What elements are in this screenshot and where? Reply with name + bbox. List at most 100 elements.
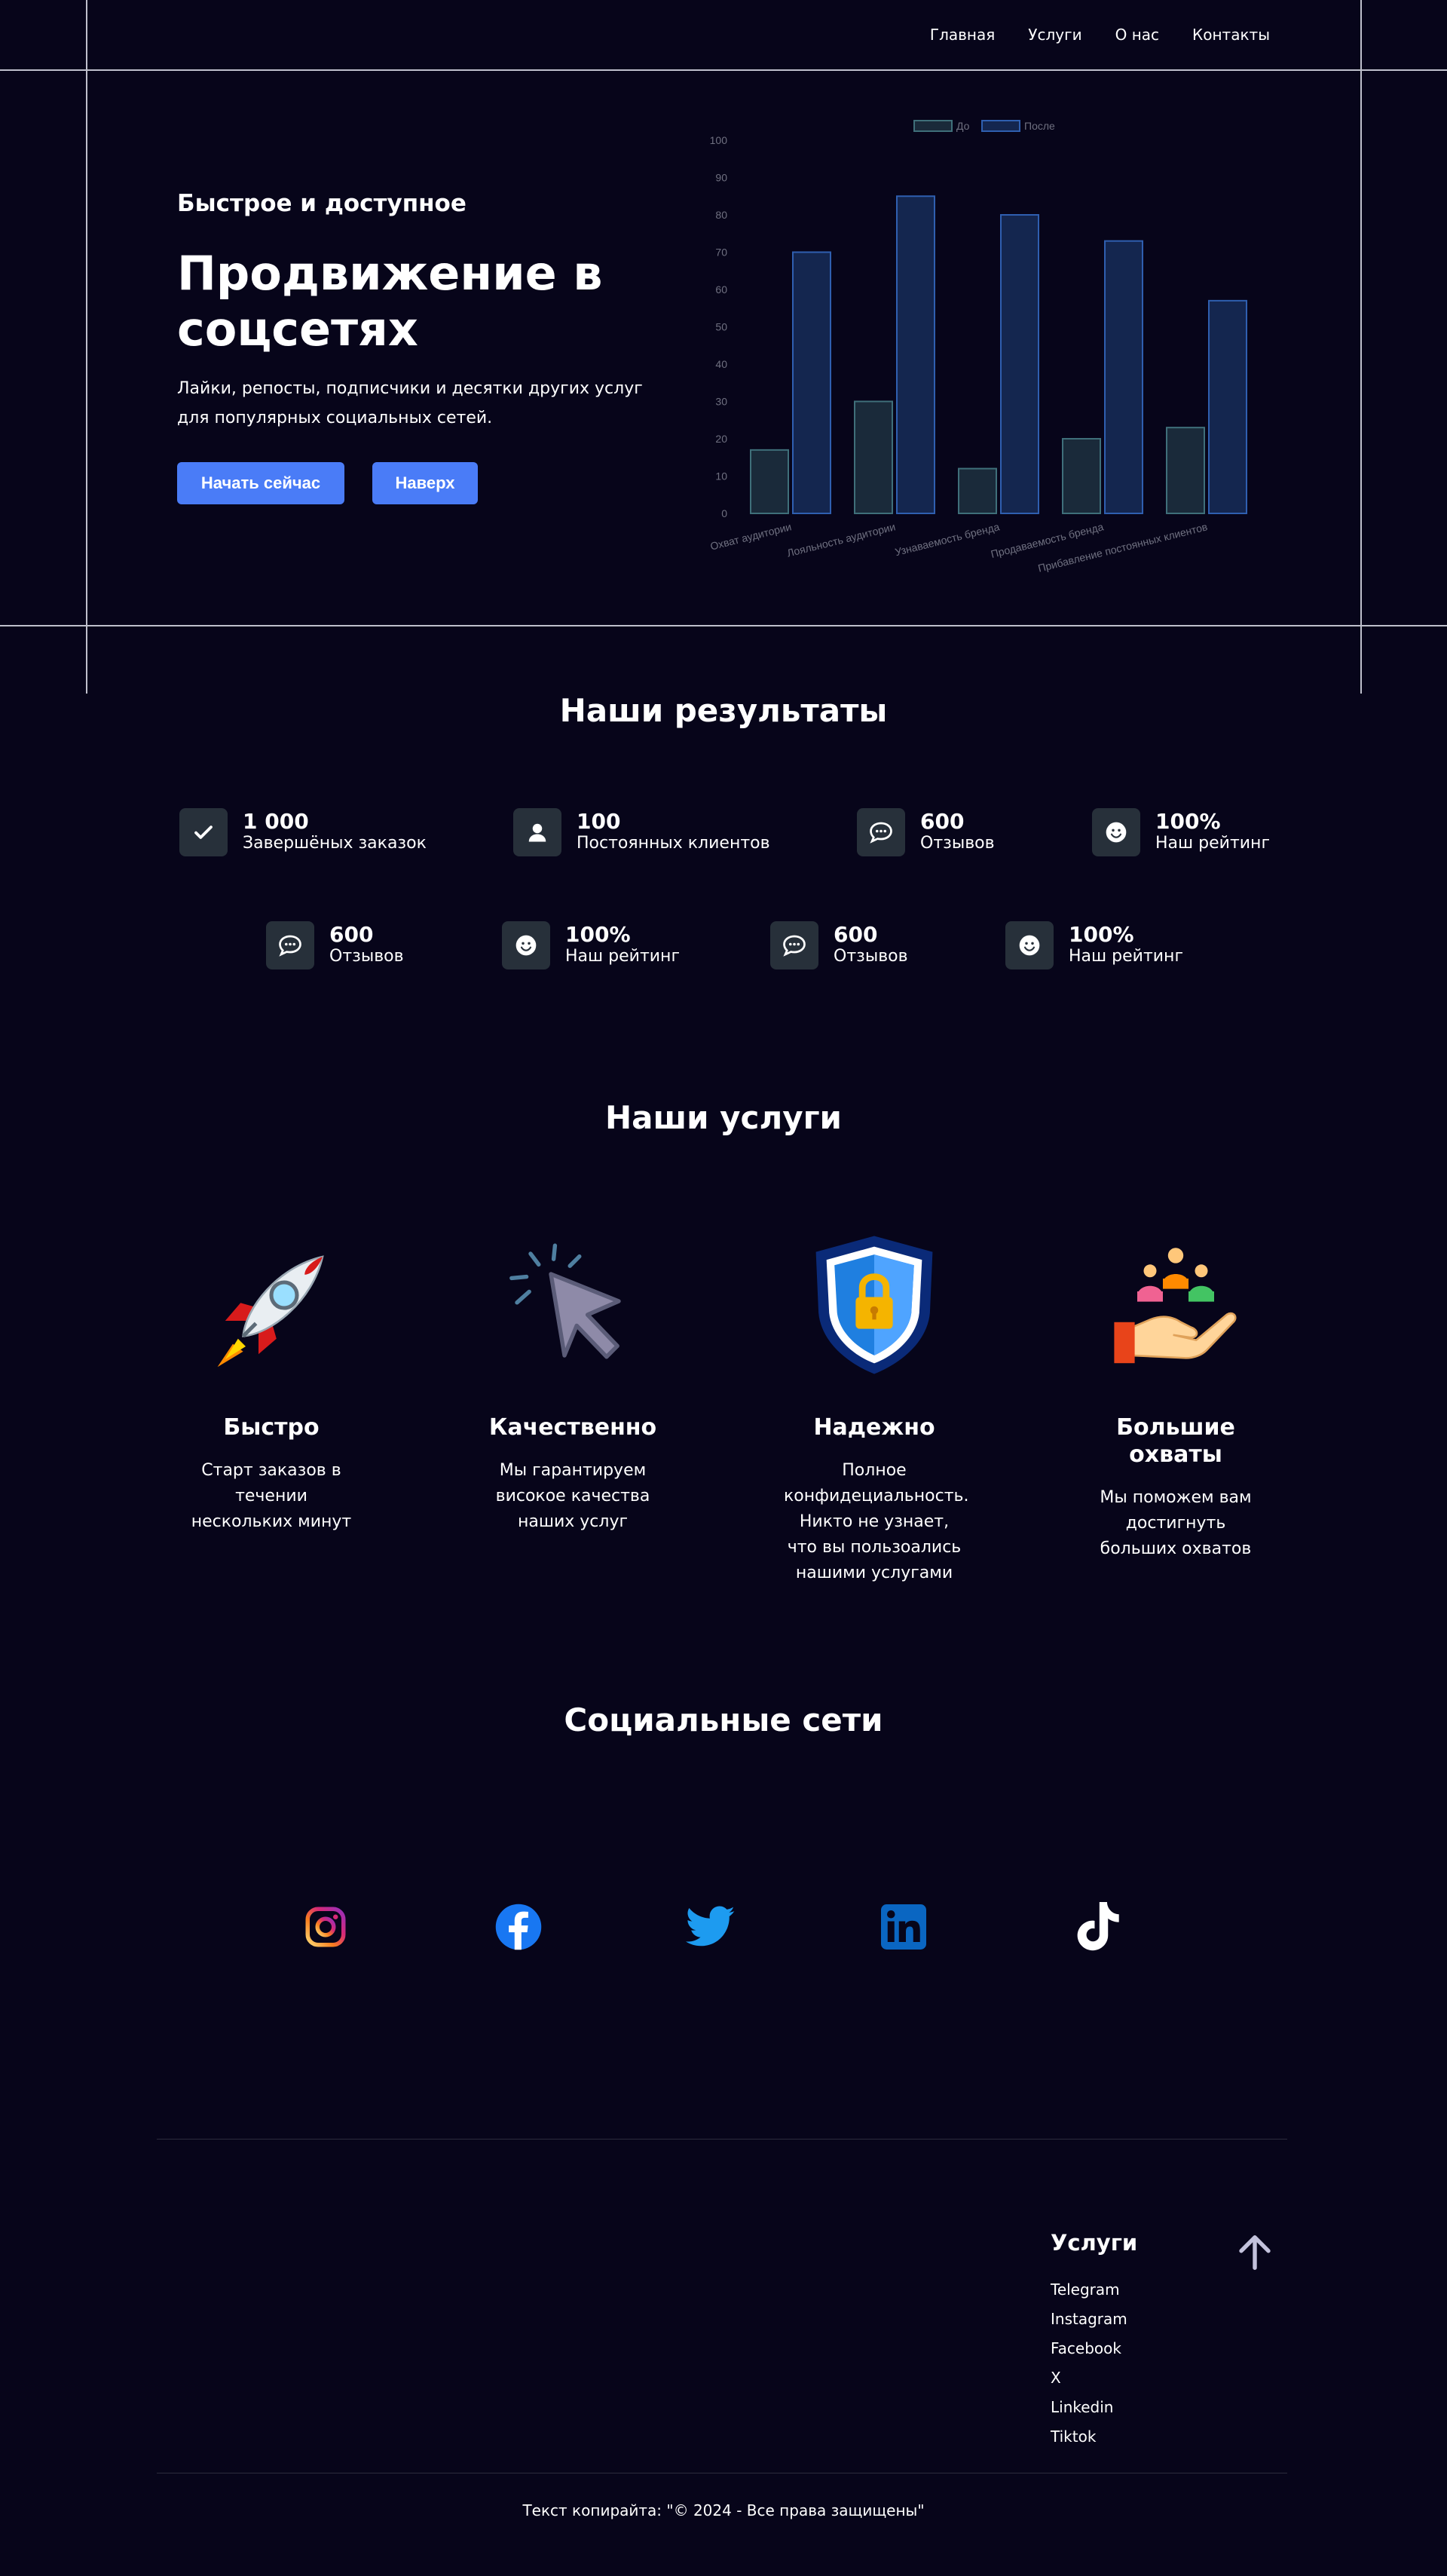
results-bar-chart: 0 10 20 30 40 50 60 70 80 90 100 Охват аудиторииЛоя… [709, 120, 1247, 574]
scroll-to-top-button[interactable] [1234, 2231, 1275, 2274]
footer-link-x[interactable]: X [1051, 2363, 1127, 2393]
smile-icon [1005, 921, 1054, 969]
hand-people-icon [1114, 1248, 1237, 1364]
stat-value: 100% [1155, 809, 1221, 834]
stat-label: Наш рейтинг [1069, 947, 1184, 966]
bar-before [750, 449, 789, 515]
stat-regular-clients: 100 Постоянных клиентов [513, 808, 770, 856]
footer-title: Услуги [1051, 2230, 1138, 2256]
legend-label: До [956, 120, 970, 132]
stat-label: Отзывов [329, 947, 404, 966]
footer-link-tiktok[interactable]: Tiktok [1051, 2422, 1127, 2452]
cursor-icon [509, 1243, 621, 1359]
service-card-quality: Качественно Мы гарантируем високое качес… [475, 1414, 671, 1535]
service-card-reliable: Надежно Полное конфидециальность. Никто … [776, 1414, 972, 1586]
x-tick-label: Охват аудитории [709, 520, 793, 552]
bar-after [896, 195, 935, 514]
twitter-link[interactable] [684, 1900, 738, 1954]
hero-subtitle: Быстрое и доступное [177, 190, 467, 217]
right-guide-line [1360, 0, 1362, 694]
service-title: Большие охваты [1116, 1414, 1235, 1468]
stat-value: 600 [329, 922, 374, 947]
footer-link-linkedin[interactable]: Linkedin [1051, 2393, 1127, 2422]
stat-rating: 100% Наш рейтинг [1092, 808, 1270, 856]
y-tick-label: 10 [715, 470, 727, 482]
user-icon [513, 808, 561, 856]
nav-link-contacts[interactable]: Контакты [1192, 26, 1270, 44]
nav-link-services[interactable]: Услуги [1028, 26, 1081, 44]
y-tick-label: 90 [715, 172, 727, 184]
y-tick-label: 100 [710, 134, 728, 146]
service-title: Быстро [223, 1414, 320, 1441]
y-tick-label: 0 [721, 507, 727, 519]
stat-label: Отзывов [834, 947, 908, 966]
y-tick-label: 40 [715, 358, 727, 370]
stat-label: Наш рейтинг [565, 947, 681, 966]
stat-reviews: 600 Отзывов [857, 808, 995, 856]
tiktok-link[interactable] [1069, 1900, 1124, 1954]
chat-icon [770, 921, 818, 969]
facebook-icon [495, 1904, 542, 1950]
bar-after [1104, 240, 1143, 514]
nav-link-home[interactable]: Главная [930, 26, 995, 44]
footer-link-instagram[interactable]: Instagram [1051, 2305, 1127, 2334]
service-title: Надежно [813, 1414, 935, 1441]
service-text: Мы поможем вам достигнуть больших охвато… [1100, 1488, 1252, 1558]
stat-reviews: 600 Отзывов [266, 921, 404, 969]
x-tick-label: Лояльность аудитории [785, 520, 896, 559]
social-title: Социальные сети [564, 1702, 883, 1738]
y-tick-label: 70 [715, 247, 727, 259]
arrow-up-icon [1239, 2235, 1271, 2270]
stat-rating: 100% Наш рейтинг [502, 921, 680, 969]
bar-before [1062, 438, 1101, 514]
facebook-link[interactable] [491, 1900, 546, 1954]
stat-label: Постоянных клиентов [577, 834, 770, 853]
legend-swatch [981, 120, 1020, 132]
stat-reviews: 600 Отзывов [770, 921, 908, 969]
stat-value: 600 [834, 922, 878, 947]
x-tick-label: Узнаваемость бренда [894, 520, 1001, 558]
start-now-button[interactable]: Начать сейчас [177, 462, 344, 504]
stat-value: 1 000 [243, 809, 309, 834]
y-tick-label: 80 [715, 209, 727, 221]
service-text: Полное конфидециальность. Никто не узнае… [784, 1461, 969, 1582]
instagram-link[interactable] [298, 1900, 353, 1954]
stat-completed-orders: 1 000 Завершёных заказок [179, 808, 427, 856]
service-text: Мы гарантируем високое качества наших ус… [495, 1461, 650, 1531]
chat-icon [266, 921, 314, 969]
services-title: Наши услуги [605, 1099, 842, 1136]
stat-label: Отзывов [920, 834, 995, 853]
footer-link-facebook[interactable]: Facebook [1051, 2334, 1127, 2363]
copyright-text: Текст копирайта: "© 2024 - Все права защ… [522, 2501, 925, 2519]
twitter-icon [686, 1906, 735, 1947]
bar-before [958, 467, 997, 515]
stat-label: Завершёных заказок [243, 834, 427, 853]
chat-icon [857, 808, 905, 856]
instagram-icon [305, 1907, 346, 1947]
results-title: Наши результаты [559, 692, 888, 729]
service-text: Старт заказов в течении нескольких минут [191, 1461, 352, 1531]
hero-divider [0, 625, 1447, 626]
bar-before [854, 400, 893, 514]
smile-icon [502, 921, 550, 969]
bar-before [1166, 427, 1205, 514]
service-card-reach: Большие охваты Мы поможем вам достигнуть… [1078, 1414, 1274, 1562]
footer-links: Telegram Instagram Facebook X Linkedin T… [1051, 2275, 1127, 2452]
main-nav: Главная Услуги О нас Контакты [930, 26, 1270, 44]
stat-value: 600 [920, 809, 965, 834]
footer-top-divider [157, 2139, 1287, 2140]
y-tick-label: 50 [715, 321, 727, 333]
x-tick-label: Прибавление постоянных клиентов [1037, 520, 1209, 574]
footer-link-telegram[interactable]: Telegram [1051, 2275, 1127, 2305]
linkedin-link[interactable] [876, 1900, 931, 1954]
smile-icon [1092, 808, 1140, 856]
stat-label: Наш рейтинг [1155, 834, 1271, 853]
nav-link-about[interactable]: О нас [1115, 26, 1159, 44]
scroll-top-button[interactable]: Наверх [372, 462, 478, 504]
left-guide-line [86, 0, 87, 694]
tiktok-icon [1077, 1902, 1119, 1951]
stat-value: 100% [1069, 922, 1134, 947]
check-icon [179, 808, 228, 856]
stat-value: 100 [577, 809, 621, 834]
stat-value: 100% [565, 922, 631, 947]
